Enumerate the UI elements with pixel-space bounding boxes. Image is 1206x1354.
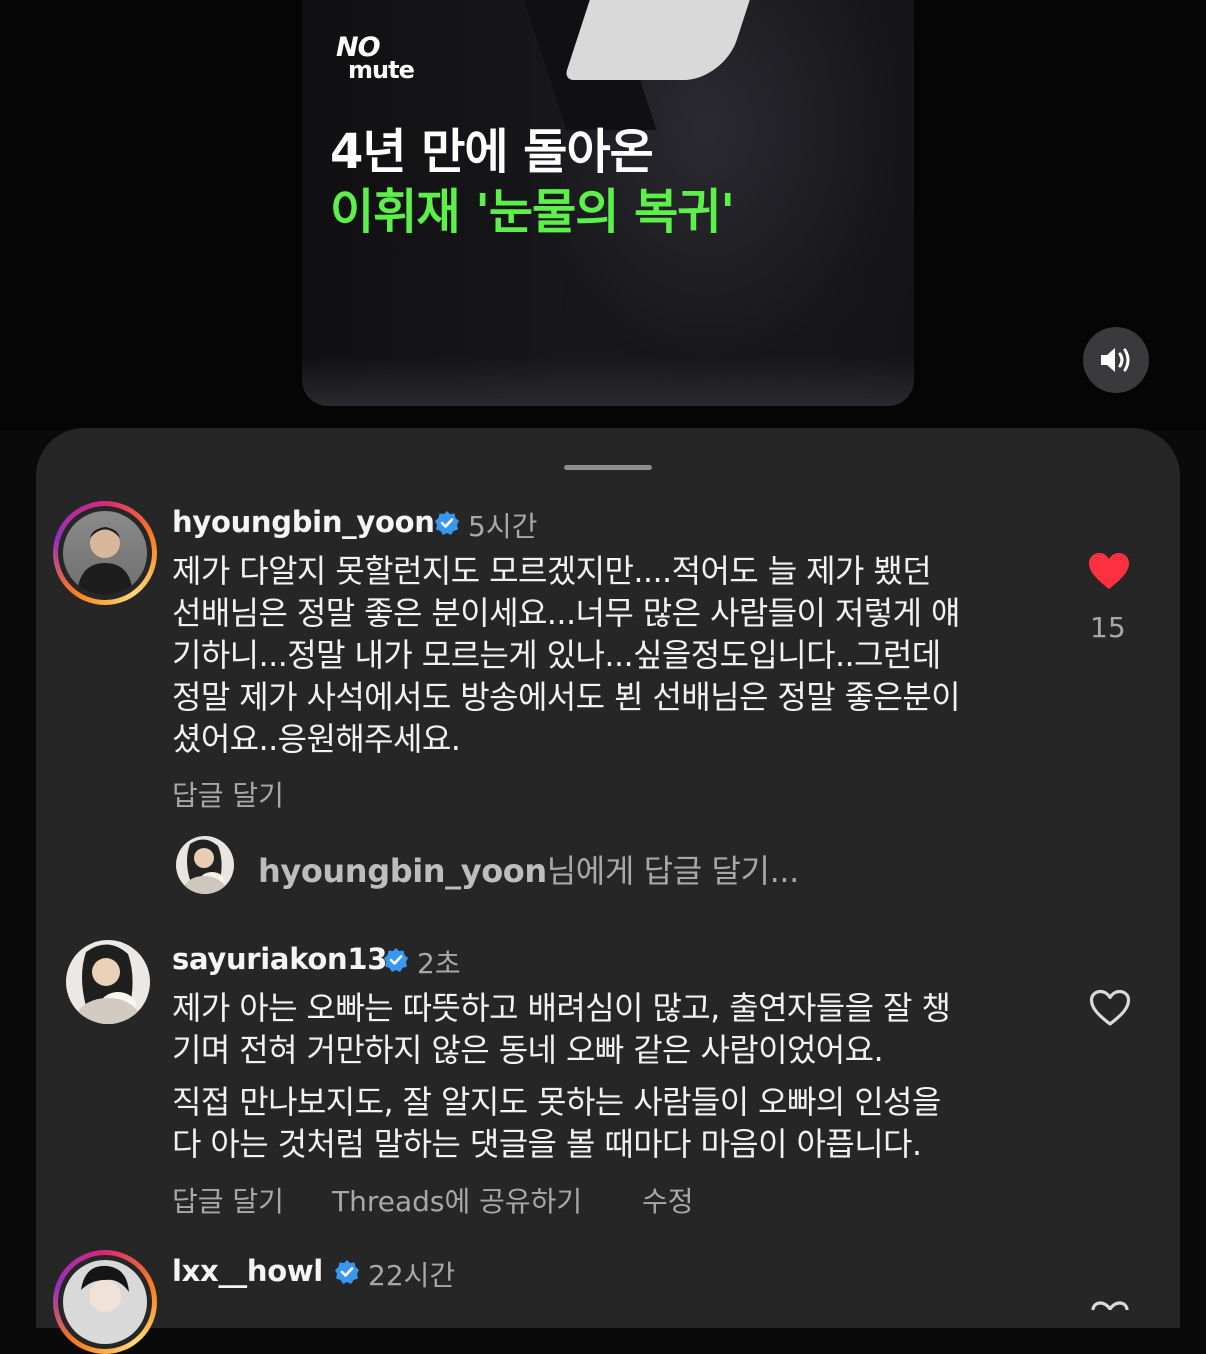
comment-timestamp: 22시간 — [368, 1259, 456, 1292]
nomute-logo: NO mute — [336, 34, 415, 85]
verified-badge-icon — [335, 1260, 359, 1284]
comment-timestamp: 2초 — [417, 947, 461, 980]
comment-text-line: 다 아는 것처럼 말하는 댓글을 볼 때마다 마음이 아픕니다. — [172, 1125, 922, 1163]
reply-button[interactable]: 답글 달기 — [172, 774, 284, 814]
sheet-drag-handle[interactable] — [564, 465, 652, 470]
heart-filled-icon[interactable] — [1087, 551, 1131, 591]
comment-text-line: 기하니...정말 내가 모르는게 있나...싶을정도입니다..그런데 — [172, 636, 941, 674]
comment-text-line: 직접 만나보지도, 잘 알지도 못하는 사람들이 오빠의 인성을 — [172, 1083, 941, 1121]
comment-text-line: 제가 아는 오빠는 따뜻하고 배려심이 많고, 출연자들을 잘 챙 — [172, 989, 951, 1027]
reel-video-area[interactable]: NO mute 4년 만에 돌아온 이휘재 '눈물의 복귀' — [0, 0, 1206, 430]
logo-mute: mute — [348, 56, 415, 85]
reply-target-user: hyoungbin_yoon — [258, 852, 547, 890]
comment-text-line: 정말 제가 사석에서도 방송에서도 뵌 선배님은 정말 좋은분이 — [172, 678, 961, 716]
avatar-person-icon — [77, 527, 133, 595]
share-to-threads-button[interactable]: Threads에 공유하기 — [332, 1180, 582, 1220]
comment-text-line: 기며 전혀 거만하지 않은 동네 오빠 같은 사람이었어요. — [172, 1031, 884, 1069]
comment-text-line: 제가 다알지 못할런지도 모르겠지만....적어도 늘 제가 뵀던 — [172, 552, 932, 590]
speaker-volume-icon — [1101, 348, 1130, 372]
video-bottom-fade — [302, 356, 914, 406]
reply-placeholder: 님에게 답글 달기... — [546, 852, 800, 890]
comment-text-line: 선배님은 정말 좋은 분이세요...너무 많은 사람들이 저렇게 얘 — [172, 594, 960, 632]
comment-text-line: 셨어요..응원해주세요. — [172, 720, 461, 758]
my-avatar — [176, 836, 234, 894]
avatar[interactable] — [66, 940, 150, 1024]
verified-badge-icon — [384, 948, 408, 972]
sound-toggle-button[interactable] — [1083, 327, 1149, 393]
avatar-person-icon — [180, 839, 230, 894]
edit-comment-button[interactable]: 수정 — [642, 1180, 694, 1220]
video-headline-line2: 이휘재 '눈물의 복귀' — [330, 184, 735, 240]
like-count: 15 — [1090, 611, 1126, 644]
comment-username[interactable]: lxx__howl — [172, 1254, 323, 1288]
reply-input[interactable]: hyoungbin_yoon님에게 답글 달기... — [258, 846, 799, 892]
avatar-person-icon — [81, 1265, 129, 1312]
comment-username[interactable]: sayuriakon13 — [172, 942, 387, 976]
heart-outline-icon[interactable] — [1088, 988, 1132, 1028]
comment-text: 제가 다알지 못할런지도 모르겠지만....적어도 늘 제가 뵀던 선배님은 정… — [172, 550, 961, 760]
comment-username[interactable]: hyoungbin_yoon — [172, 505, 435, 539]
avatar-person-icon — [72, 944, 144, 1024]
avatar[interactable] — [63, 511, 147, 595]
avatar[interactable] — [63, 1260, 147, 1344]
verified-badge-icon — [435, 511, 459, 535]
comment-text: 제가 아는 오빠는 따뜻하고 배려심이 많고, 출연자들을 잘 챙 기며 전혀 … — [172, 987, 951, 1071]
comment-text: 직접 만나보지도, 잘 알지도 못하는 사람들이 오빠의 인성을 다 아는 것처… — [172, 1081, 941, 1165]
reply-button[interactable]: 답글 달기 — [172, 1180, 284, 1220]
comment-timestamp: 5시간 — [468, 510, 538, 543]
heart-outline-icon[interactable] — [1088, 1300, 1132, 1310]
